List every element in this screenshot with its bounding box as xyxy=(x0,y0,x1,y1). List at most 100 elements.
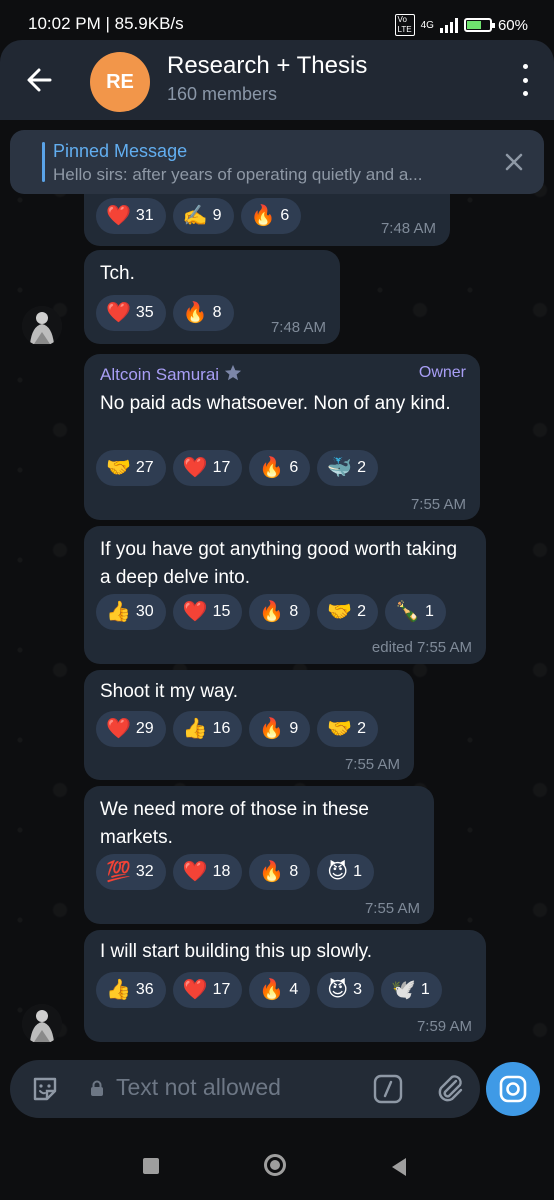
status-time: 10:02 PM xyxy=(28,14,101,33)
reaction-chip[interactable]: 🔥 8 xyxy=(172,295,234,331)
reaction-chip[interactable]: 💯 32 xyxy=(96,854,166,890)
reaction-count: 4 xyxy=(289,981,299,998)
reaction-chip[interactable]: 🔥 4 xyxy=(249,972,311,1008)
reaction-chip[interactable]: 👍 30 xyxy=(96,594,166,630)
reaction-chip[interactable]: ❤️ 29 xyxy=(96,711,166,747)
reaction-emoji: ❤️ xyxy=(182,601,208,623)
reaction-chip[interactable]: ❤️ 15 xyxy=(172,594,243,630)
reaction-count: 8 xyxy=(289,603,299,620)
network-type: 4G xyxy=(420,19,434,31)
reaction-emoji: 🤝 xyxy=(106,457,131,479)
reaction-chip[interactable]: 🍾 1 xyxy=(385,594,446,630)
reaction-count: 1 xyxy=(353,863,362,880)
reaction-chip[interactable]: 🔥 8 xyxy=(249,594,311,630)
reaction-emoji: 💯 xyxy=(106,861,131,883)
status-time-speed: 10:02 PM | 85.9KB/s xyxy=(28,14,184,33)
reaction-chip[interactable]: ❤️ 35 xyxy=(96,295,166,331)
message-bubble[interactable]: Tch. ❤️ 35 🔥 8 7:48 AM xyxy=(84,250,340,344)
reaction-count: 9 xyxy=(212,207,222,224)
reaction-count: 35 xyxy=(135,304,154,321)
reaction-count: 8 xyxy=(289,863,299,880)
slash-command-icon[interactable] xyxy=(372,1073,404,1105)
pinned-message-bar[interactable]: Pinned Message Hello sirs: after years o… xyxy=(10,130,544,194)
camera-button[interactable] xyxy=(486,1062,540,1116)
reaction-chip[interactable]: 😈 1 xyxy=(317,854,374,890)
message-bubble[interactable]: If you have got anything good worth taki… xyxy=(84,526,486,664)
reaction-emoji: 🔥 xyxy=(250,205,276,227)
reaction-emoji: 👍 xyxy=(106,601,131,623)
reaction-count: 36 xyxy=(135,981,154,998)
reaction-chip[interactable]: 🔥 6 xyxy=(240,198,302,234)
message-bubble[interactable]: Altcoin Samurai Owner No paid ads whatso… xyxy=(84,354,480,520)
group-title[interactable]: Research + Thesis xyxy=(167,52,367,80)
sender-name-text: Altcoin Samurai xyxy=(100,365,220,384)
reaction-chip[interactable]: 🤝 27 xyxy=(96,450,166,486)
samurai-avatar-image xyxy=(22,306,62,346)
reaction-chip[interactable]: ❤️ 31 xyxy=(96,198,166,234)
back-nav-button[interactable] xyxy=(392,1158,406,1176)
volte-icon: Vo LTE xyxy=(394,14,415,36)
status-speed: 85.9KB/s xyxy=(114,14,184,33)
message-time: 7:55 AM xyxy=(410,496,466,513)
sender-name[interactable]: Altcoin Samurai xyxy=(100,364,242,385)
reaction-row: ❤️ 31 ✍️ 9 🔥 6 xyxy=(96,198,302,234)
reaction-count: 27 xyxy=(135,459,154,476)
more-vertical-icon[interactable] xyxy=(516,64,534,96)
reaction-count: 17 xyxy=(212,981,231,998)
paperclip-icon[interactable] xyxy=(434,1072,466,1106)
reaction-emoji: ❤️ xyxy=(182,457,208,479)
group-avatar[interactable]: RE xyxy=(90,52,150,112)
message-time: 7:59 AM xyxy=(416,1018,472,1035)
recent-apps-button[interactable] xyxy=(143,1158,159,1174)
reaction-chip[interactable]: 🤝 2 xyxy=(317,594,379,630)
message-bubble[interactable]: We need more of those in these markets. … xyxy=(84,786,434,924)
sticker-icon[interactable] xyxy=(30,1074,60,1104)
reaction-emoji: 🔥 xyxy=(259,861,285,883)
sender-avatar[interactable] xyxy=(22,1004,62,1044)
reaction-chip[interactable]: 🕊️ 1 xyxy=(380,972,442,1008)
reaction-chip[interactable]: ❤️ 17 xyxy=(172,972,243,1008)
message-bubble[interactable]: I will start building this up slowly. 👍 3… xyxy=(84,930,486,1042)
message-input[interactable]: Text not allowed xyxy=(116,1074,281,1101)
reaction-count: 30 xyxy=(135,603,154,620)
reaction-chip[interactable]: ✍️ 9 xyxy=(172,198,234,234)
reaction-chip[interactable]: 🔥 9 xyxy=(249,711,311,747)
home-button[interactable] xyxy=(264,1154,286,1176)
reaction-emoji: ✍️ xyxy=(182,205,208,227)
reaction-emoji: 🔥 xyxy=(182,302,208,324)
reaction-chip[interactable]: ❤️ 18 xyxy=(172,854,243,890)
reaction-count: 9 xyxy=(289,720,299,737)
battery-icon xyxy=(463,18,495,32)
reaction-chip[interactable]: ❤️ 17 xyxy=(172,450,243,486)
close-icon[interactable] xyxy=(502,150,526,174)
reaction-chip[interactable]: 🤝 2 xyxy=(317,711,379,747)
message-input-bar: Text not allowed xyxy=(10,1060,480,1118)
reaction-chip[interactable]: 😈 3 xyxy=(317,972,374,1008)
reaction-emoji: 🔥 xyxy=(259,601,285,623)
reaction-chip[interactable]: 🔥 8 xyxy=(249,854,311,890)
reaction-chip[interactable]: 🔥 6 xyxy=(249,450,311,486)
reaction-emoji: ❤️ xyxy=(106,718,131,740)
reaction-emoji: 🔥 xyxy=(259,457,285,479)
message-text: I will start building this up slowly. xyxy=(100,941,373,962)
member-count: 160 members xyxy=(167,84,278,104)
reaction-emoji: 🔥 xyxy=(259,979,285,1001)
message-text: Shoot it my way. xyxy=(100,681,238,702)
reaction-emoji: ❤️ xyxy=(106,205,131,227)
samurai-avatar-image xyxy=(22,1004,62,1044)
reaction-count: 2 xyxy=(357,720,367,737)
reaction-chip[interactable]: 🐳 2 xyxy=(317,450,379,486)
message-text: If you have got anything good worth taki… xyxy=(100,539,458,588)
reaction-row: 🤝 27 ❤️ 17 🔥 6 🐳 2 xyxy=(96,450,379,486)
sender-avatar[interactable] xyxy=(22,306,62,346)
message-time: 7:48 AM xyxy=(380,220,436,237)
camera-icon xyxy=(499,1075,527,1103)
reaction-count: 1 xyxy=(424,603,434,620)
reaction-chip[interactable]: 👍 16 xyxy=(172,711,243,747)
reaction-chip[interactable]: 👍 36 xyxy=(96,972,166,1008)
message-bubble[interactable]: Shoot it my way. ❤️ 29 👍 16 🔥 9 🤝 2 7:55 AM xyxy=(84,670,414,780)
arrow-left-icon[interactable] xyxy=(22,62,58,98)
reaction-count: 32 xyxy=(135,863,154,880)
message-bubble[interactable]: ❤️ 31 ✍️ 9 🔥 6 7:48 AM xyxy=(84,194,450,246)
reaction-count: 2 xyxy=(357,459,367,476)
